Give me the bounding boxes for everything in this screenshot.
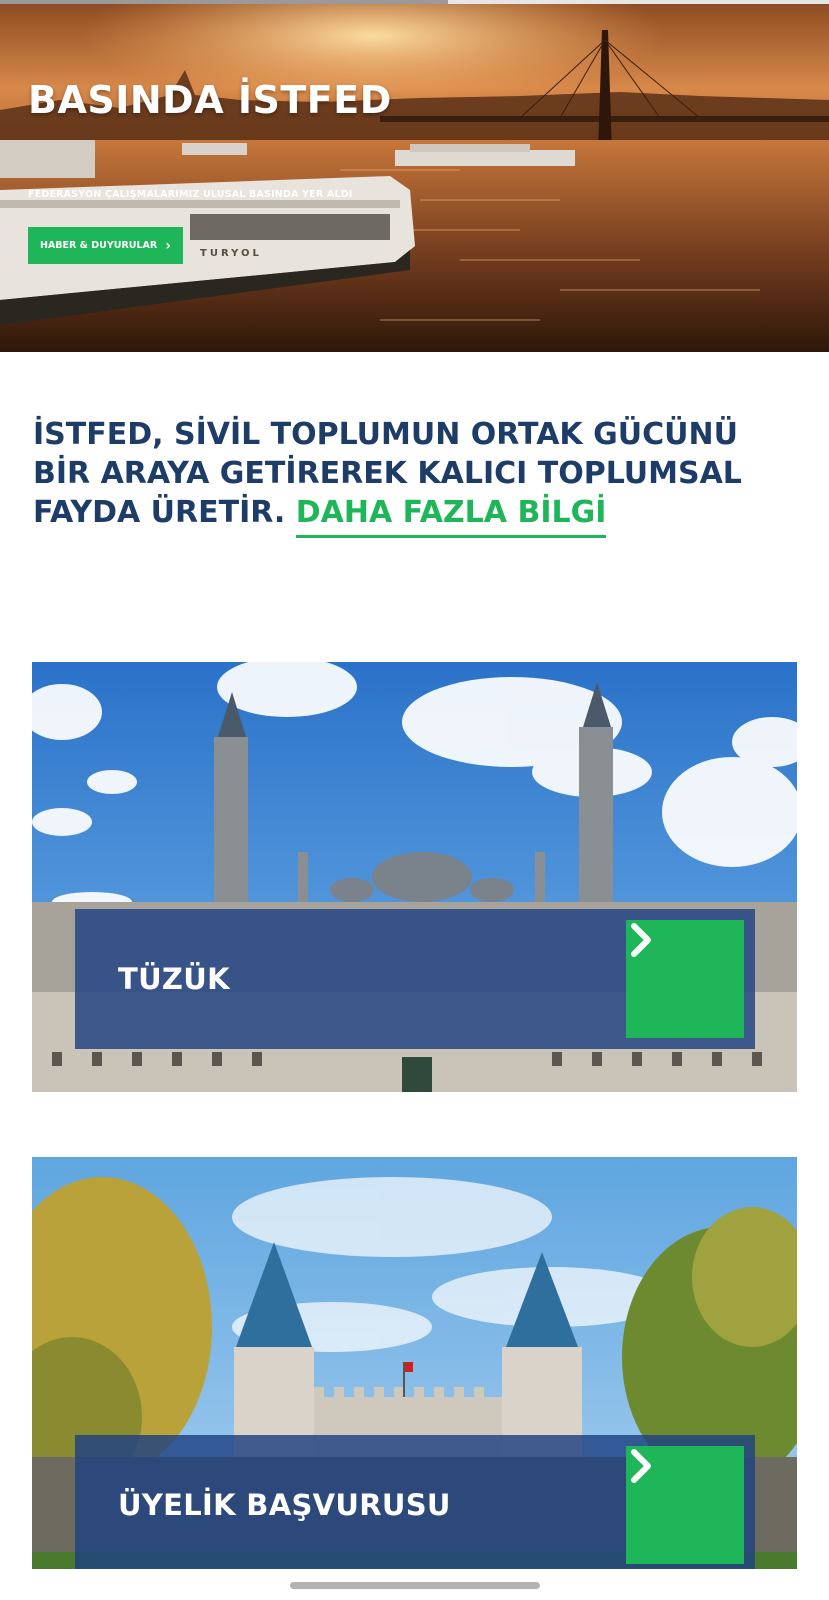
card-membership-overlay: ÜYELİK BAŞVURUSU bbox=[75, 1435, 755, 1569]
more-info-link[interactable]: DAHA FAZLA BİLGİ bbox=[295, 495, 607, 538]
membership-arrow-button[interactable] bbox=[626, 1446, 744, 1564]
hero-title: BASINDA İSTFED bbox=[28, 78, 392, 122]
card-statute-label: TÜZÜK bbox=[118, 962, 230, 996]
home-indicator-bar[interactable] bbox=[290, 1582, 540, 1589]
news-announcements-label: HABER & DUYURULAR bbox=[40, 240, 158, 251]
card-membership-application[interactable]: ÜYELİK BAŞVURUSU bbox=[32, 1157, 797, 1569]
chevron-right-icon bbox=[631, 1449, 651, 1483]
card-membership-label: ÜYELİK BAŞVURUSU bbox=[118, 1488, 451, 1522]
ferry-name-text: TURYOL bbox=[200, 248, 262, 259]
scroll-progress-fill bbox=[0, 0, 448, 4]
mission-statement: İSTFED, SİVİL TOPLUMUN ORTAK GÜCÜNÜ BİR … bbox=[33, 415, 803, 538]
news-announcements-button[interactable]: HABER & DUYURULAR › bbox=[28, 227, 183, 264]
scroll-progress-bar bbox=[0, 0, 829, 4]
hero-banner: TURYOL BASINDA İSTFED FEDERASYON ÇALIŞMA… bbox=[0, 0, 829, 352]
card-statute-overlay: TÜZÜK bbox=[75, 909, 755, 1049]
chevron-right-icon bbox=[631, 923, 651, 957]
card-statute[interactable]: TÜZÜK bbox=[32, 662, 797, 1092]
hero-subtitle: FEDERASYON ÇALIŞMALARIMIZ ULUSAL BASINDA… bbox=[28, 189, 353, 200]
hero-background-image: TURYOL bbox=[0, 0, 829, 352]
chevron-right-icon: › bbox=[165, 237, 171, 254]
statute-arrow-button[interactable] bbox=[626, 920, 744, 1038]
